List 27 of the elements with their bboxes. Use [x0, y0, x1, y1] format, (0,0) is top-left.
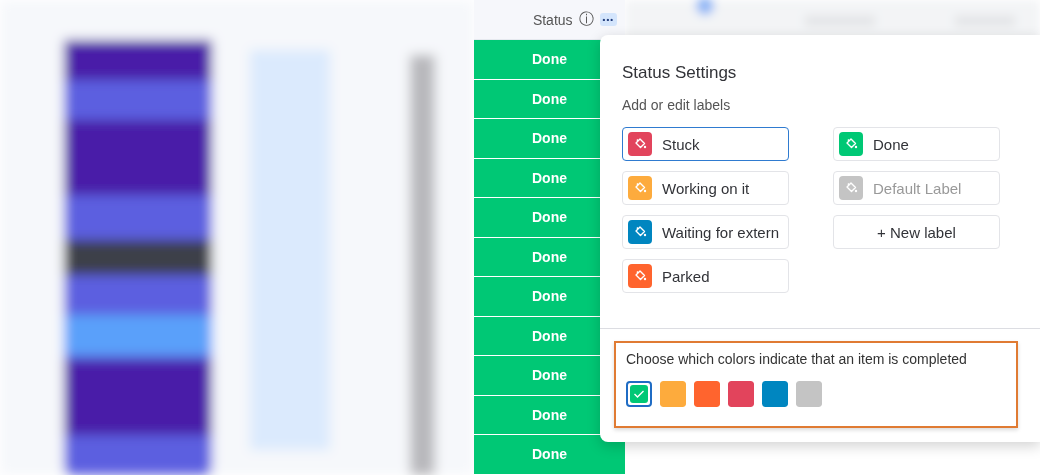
status-label[interactable]: + New label — [833, 215, 1000, 249]
more-menu-button[interactable]: ••• — [599, 13, 617, 26]
status-label[interactable]: Done — [833, 127, 1000, 161]
paint-bucket-icon[interactable] — [628, 176, 652, 200]
completed-prompt: Choose which colors indicate that an item is completed — [626, 351, 968, 367]
paint-bucket-icon[interactable] — [628, 264, 652, 288]
status-label[interactable]: Waiting for extern — [622, 215, 789, 249]
status-label[interactable]: Parked — [622, 259, 789, 293]
column-title: Status — [532, 11, 573, 28]
color-swatch[interactable] — [660, 381, 686, 407]
info-icon[interactable]: ⓘ — [578, 10, 594, 29]
color-swatch[interactable] — [796, 381, 822, 407]
paint-bucket-icon[interactable] — [628, 220, 652, 244]
color-swatch[interactable] — [762, 381, 788, 407]
color-swatch[interactable] — [694, 381, 720, 407]
status-label[interactable]: Stuck — [622, 127, 789, 161]
status-label[interactable]: Default Label — [833, 171, 1000, 205]
status-label[interactable]: Working on it — [622, 171, 789, 205]
status-cell[interactable]: Done — [474, 435, 625, 474]
check-icon — [633, 389, 645, 399]
color-swatch[interactable] — [626, 381, 652, 407]
panel-subtitle: Add or edit labels — [622, 97, 732, 113]
paint-bucket-icon[interactable] — [839, 176, 863, 200]
panel-title: Status Settings — [622, 63, 738, 83]
color-swatch[interactable] — [728, 381, 754, 407]
paint-bucket-icon[interactable] — [839, 132, 863, 156]
paint-bucket-icon[interactable] — [628, 132, 652, 156]
